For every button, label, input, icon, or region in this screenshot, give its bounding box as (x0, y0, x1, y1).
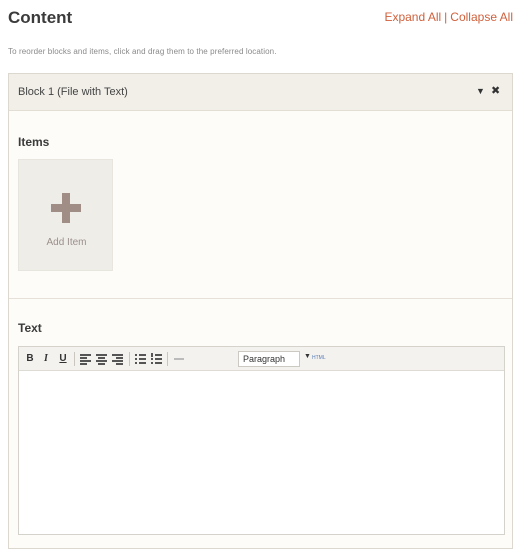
collapse-all-link[interactable]: Collapse All (450, 10, 513, 24)
plus-icon (51, 193, 81, 223)
horizontal-rule-icon[interactable] (174, 358, 184, 360)
add-item-button[interactable]: Add Item (18, 159, 113, 271)
items-section-title: Items (18, 135, 50, 149)
expand-all-link[interactable]: Expand All (384, 10, 441, 24)
reorder-hint: To reorder blocks and items, click and d… (8, 47, 277, 56)
editor-toolbar: B I U Paragraph ▼ HTML (19, 347, 504, 371)
bold-button[interactable]: B (25, 352, 35, 366)
rich-text-editor: B I U Paragraph ▼ HTML (18, 346, 505, 535)
page-title: Content (8, 8, 73, 27)
underline-button[interactable]: U (58, 352, 68, 366)
align-right-icon[interactable] (112, 353, 123, 365)
block-title: Block 1 (File with Text) (18, 86, 128, 98)
text-editor-area[interactable] (19, 372, 504, 534)
align-center-icon[interactable] (96, 353, 107, 365)
chevron-down-icon[interactable]: ▼ (304, 353, 311, 360)
section-divider (9, 298, 512, 299)
collapse-block-icon[interactable]: ▼ (476, 86, 485, 96)
block-header[interactable]: Block 1 (File with Text) ▼ ✖ (9, 74, 512, 111)
expand-collapse-links: Expand All | Collapse All (384, 10, 513, 24)
text-section-title: Text (18, 321, 42, 335)
content-block[interactable]: Block 1 (File with Text) ▼ ✖ Items Add I… (8, 73, 513, 549)
align-left-icon[interactable] (80, 353, 91, 365)
remove-block-icon[interactable]: ✖ (491, 84, 500, 97)
link-separator: | (444, 10, 448, 24)
html-source-button[interactable]: HTML (312, 355, 326, 361)
italic-button[interactable]: I (41, 352, 51, 366)
content-header: Content Expand All | Collapse All (8, 8, 513, 30)
paragraph-format-select[interactable]: Paragraph (238, 351, 300, 367)
numbered-list-icon[interactable] (151, 353, 162, 364)
add-item-label: Add Item (46, 237, 87, 248)
bullet-list-icon[interactable] (135, 353, 146, 364)
